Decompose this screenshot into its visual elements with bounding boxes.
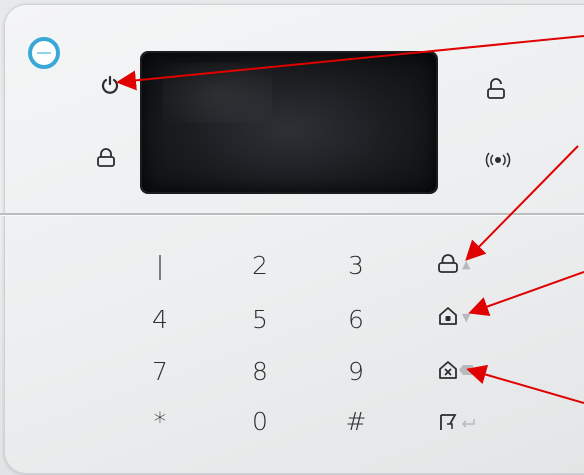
annotation-arrow-home-arm (468, 271, 584, 317)
annotation-arrows (116, 35, 584, 404)
annotation-arrow-arm (465, 145, 579, 261)
annotation-arrow-home-cancel (466, 364, 584, 404)
annotation-arrow-power (116, 35, 584, 91)
photo-stage: | 2 3 4 5 6 7 8 9 * 0 # ▲ ▼ (0, 0, 584, 475)
